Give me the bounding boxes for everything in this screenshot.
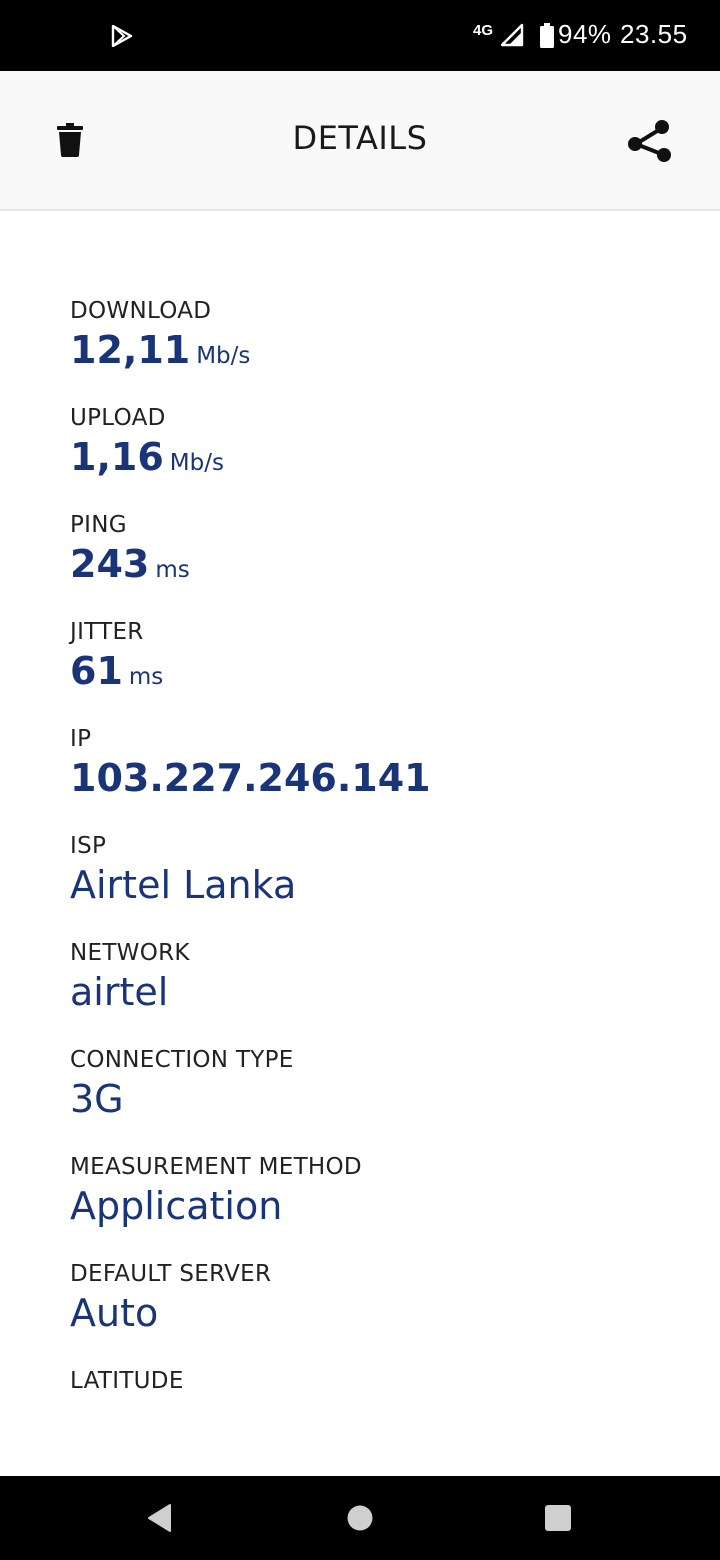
trash-icon bbox=[57, 123, 83, 157]
detail-default-server: DEFAULT SERVER Auto bbox=[70, 1259, 690, 1337]
ip-value: 103.227.246.141 bbox=[70, 756, 431, 800]
detail-ip: IP 103.227.246.141 bbox=[70, 724, 690, 802]
detail-latitude: LATITUDE bbox=[70, 1366, 690, 1396]
detail-label: CONNECTION TYPE bbox=[70, 1047, 294, 1073]
detail-download: DOWNLOAD 12,11 Mb/s bbox=[70, 296, 690, 380]
network-value: airtel bbox=[70, 970, 169, 1014]
detail-value: 243 ms bbox=[70, 540, 690, 594]
recents-square-icon bbox=[545, 1505, 571, 1531]
detail-jitter: JITTER 61 ms bbox=[70, 617, 690, 701]
detail-value: 12,11 Mb/s bbox=[70, 326, 690, 380]
home-circle-icon bbox=[347, 1505, 373, 1531]
home-button[interactable] bbox=[338, 1496, 382, 1540]
navigation-bar bbox=[0, 1476, 720, 1560]
connection-type-value: 3G bbox=[70, 1077, 124, 1121]
download-value: 12,11 bbox=[70, 328, 191, 372]
detail-value: 61 ms bbox=[70, 647, 690, 701]
upload-value: 1,16 bbox=[70, 435, 164, 479]
detail-value: Application bbox=[70, 1182, 690, 1230]
status-bar: 4G 94% 23.55 bbox=[0, 0, 720, 71]
share-icon bbox=[628, 120, 671, 162]
ping-value: 243 bbox=[70, 542, 150, 586]
jitter-unit: ms bbox=[128, 664, 164, 690]
detail-label: UPLOAD bbox=[70, 405, 166, 431]
detail-measurement-method: MEASUREMENT METHOD Application bbox=[70, 1152, 690, 1230]
detail-isp: ISP Airtel Lanka bbox=[70, 831, 690, 909]
app-bar: DETAILS bbox=[0, 71, 720, 211]
signal-icon bbox=[500, 23, 524, 47]
detail-connection-type: CONNECTION TYPE 3G bbox=[70, 1045, 690, 1123]
delete-button[interactable] bbox=[40, 107, 100, 173]
isp-value: Airtel Lanka bbox=[70, 863, 297, 907]
detail-label: IP bbox=[70, 726, 92, 752]
upload-unit: Mb/s bbox=[169, 450, 224, 476]
detail-label: MEASUREMENT METHOD bbox=[70, 1154, 362, 1180]
detail-label: DOWNLOAD bbox=[70, 298, 212, 324]
measurement-method-value: Application bbox=[70, 1184, 283, 1228]
detail-network: NETWORK airtel bbox=[70, 938, 690, 1016]
battery-icon bbox=[540, 23, 554, 48]
default-server-value: Auto bbox=[70, 1291, 159, 1335]
page-title: DETAILS bbox=[292, 119, 428, 157]
share-button[interactable] bbox=[618, 111, 682, 171]
detail-value: 1,16 Mb/s bbox=[70, 433, 690, 487]
detail-value: 103.227.246.141 bbox=[70, 754, 690, 802]
detail-label: ISP bbox=[70, 833, 107, 859]
ping-unit: ms bbox=[155, 557, 190, 583]
detail-value: Airtel Lanka bbox=[70, 861, 690, 909]
recents-button[interactable] bbox=[536, 1496, 580, 1540]
download-unit: Mb/s bbox=[196, 343, 251, 369]
detail-label: NETWORK bbox=[70, 940, 190, 966]
back-triangle-icon bbox=[148, 1504, 171, 1532]
detail-value: 3G bbox=[70, 1075, 690, 1123]
status-clock: 23.55 bbox=[620, 19, 688, 49]
detail-label: JITTER bbox=[70, 619, 144, 645]
jitter-value: 61 bbox=[70, 649, 123, 693]
detail-value: airtel bbox=[70, 968, 690, 1016]
detail-label: LATITUDE bbox=[70, 1368, 184, 1394]
detail-ping: PING 243 ms bbox=[70, 510, 690, 594]
battery-percentage: 94% bbox=[558, 19, 612, 49]
back-button[interactable] bbox=[138, 1496, 182, 1540]
detail-label: PING bbox=[70, 512, 127, 538]
detail-label: DEFAULT SERVER bbox=[70, 1261, 272, 1287]
play-store-icon bbox=[111, 25, 133, 47]
network-type-label: 4G bbox=[473, 22, 494, 39]
detail-upload: UPLOAD 1,16 Mb/s bbox=[70, 403, 690, 487]
detail-value: Auto bbox=[70, 1289, 690, 1337]
